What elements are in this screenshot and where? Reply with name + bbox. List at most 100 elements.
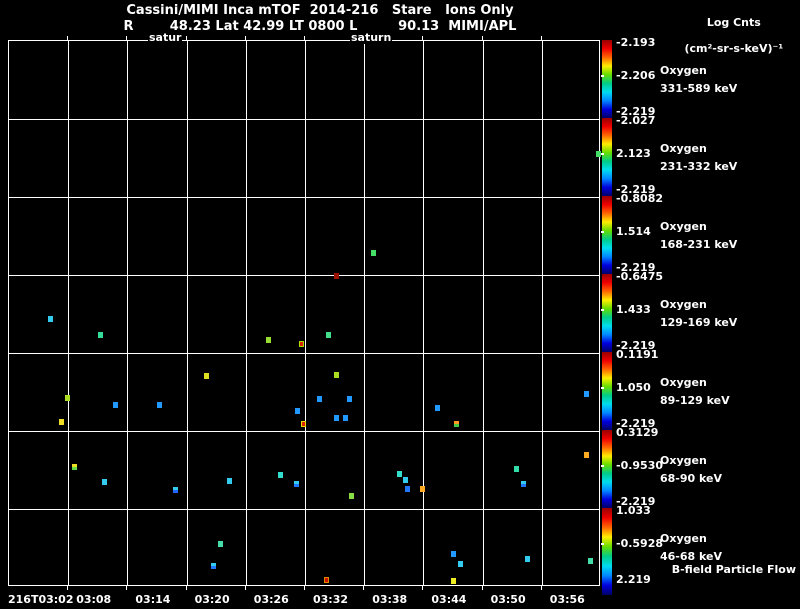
data-point	[98, 332, 103, 338]
time-tick-label: 03:08	[76, 593, 112, 606]
data-point	[334, 372, 339, 378]
colorbar-mid-tick	[601, 75, 604, 78]
data-point	[584, 452, 589, 458]
data-point	[211, 563, 216, 569]
data-point	[343, 415, 348, 421]
colorbar-mid-label: 2.123	[616, 147, 651, 160]
data-point	[403, 477, 408, 483]
data-point	[514, 466, 519, 472]
colorbar	[602, 274, 612, 352]
data-point	[451, 551, 456, 557]
data-point	[334, 273, 339, 279]
axis-tick-top	[481, 36, 483, 40]
data-point	[454, 421, 459, 427]
data-point	[349, 493, 354, 499]
units-line2: (cm²-sr-s-keV)⁻¹	[684, 42, 784, 55]
panel-energy-range-label: 129-169 keV	[660, 316, 738, 329]
plot-area	[8, 40, 601, 586]
data-point	[435, 405, 440, 411]
panel-energy-range-label: 46-68 keV	[660, 550, 723, 563]
colorbar-mid-tick	[601, 465, 604, 468]
data-point	[113, 402, 118, 408]
colorbar	[602, 196, 612, 274]
time-tick-label: 03:32	[313, 593, 349, 606]
colorbar-mid-tick	[601, 543, 604, 546]
axis-tick-top	[244, 36, 246, 40]
axis-tick-bottom	[363, 586, 365, 590]
panel-energy-range-label: 89-129 keV	[660, 394, 730, 407]
data-point	[405, 486, 410, 492]
gridline-horizontal	[9, 119, 599, 120]
time-tick-label: 03:56	[549, 593, 585, 606]
data-point	[371, 250, 376, 256]
data-point	[72, 464, 77, 470]
colorbar-max-label: -0.6475	[616, 270, 664, 283]
colorbar	[602, 118, 612, 196]
axis-tick-top	[540, 36, 542, 40]
data-point	[521, 481, 526, 487]
data-point	[317, 396, 322, 402]
saturn-annotation-1: satur	[148, 31, 183, 44]
saturn-annotation-2: saturn	[350, 31, 393, 44]
colorbar-max-label: -0.8082	[616, 192, 664, 205]
data-point	[326, 332, 331, 338]
screen: { "header": { "title": "Cassini/MIMI Inc…	[0, 0, 800, 609]
gridline-vertical	[423, 41, 425, 585]
data-point	[294, 481, 299, 487]
data-point	[295, 408, 300, 414]
data-point	[278, 472, 283, 478]
colorbar-mid-label: -0.5928	[616, 537, 664, 550]
time-tick-label: 03:38	[372, 593, 408, 606]
data-point	[525, 556, 530, 562]
colorbar-units-label: Log Cnts (cm²-sr-s-keV)⁻¹	[655, 3, 800, 55]
data-point	[173, 487, 178, 493]
panel-species-label: Oxygen	[660, 454, 707, 467]
axis-tick-top	[304, 36, 305, 40]
colorbar-mid-tick	[601, 153, 604, 156]
colorbar-mid-tick	[601, 231, 604, 234]
gridline-vertical	[245, 41, 247, 585]
data-point	[347, 396, 352, 402]
data-point	[266, 337, 271, 343]
colorbar-mid-tick	[601, 309, 604, 312]
colorbar	[602, 430, 612, 508]
axis-tick-top	[422, 36, 424, 40]
data-point	[458, 561, 463, 567]
data-point	[204, 373, 209, 379]
time-tick-label: 03:44	[431, 593, 467, 606]
axis-tick-top	[185, 36, 187, 40]
colorbar-mid-label: -0.9530	[616, 459, 664, 472]
plot-subtitle: R 48.23 Lat 42.99 LT 0800 L 90.13 MIMI/A…	[123, 19, 517, 34]
gridline-vertical	[482, 41, 484, 585]
time-axis: 216T03:02 03:08 03:14 03:20 03:26 03:32 03:38 0…	[8, 593, 638, 607]
gridline-vertical	[364, 41, 366, 585]
colorbar-mid-tick	[601, 387, 604, 390]
gridline-horizontal	[9, 275, 599, 276]
panel-species-label: Oxygen	[660, 532, 707, 545]
time-tick-label: 216T03:02	[8, 593, 74, 606]
colorbar-max-label: 1.033	[616, 504, 651, 517]
data-point	[334, 415, 339, 421]
panel-energy-range-label: 331-589 keV	[660, 82, 738, 95]
colorbar	[602, 40, 612, 118]
gridline-horizontal	[9, 353, 599, 354]
data-point	[324, 577, 329, 583]
time-tick-label: 03:14	[135, 593, 171, 606]
data-point	[584, 391, 589, 397]
axis-tick-bottom	[540, 586, 542, 590]
data-point	[299, 341, 304, 347]
data-point	[48, 316, 53, 322]
data-point	[420, 486, 425, 492]
panel-energy-range-label: 231-332 keV	[660, 160, 738, 173]
panel-species-label: Oxygen	[660, 64, 707, 77]
axis-tick-top	[126, 36, 128, 40]
colorbar-mid-label: -2.206	[616, 69, 656, 82]
data-point	[218, 541, 223, 547]
data-point	[227, 478, 232, 484]
gridline-horizontal	[9, 431, 599, 432]
panel-species-label: Oxygen	[660, 298, 707, 311]
colorbar-max-label: 0.3129	[616, 426, 659, 439]
data-point	[397, 471, 402, 477]
data-point	[301, 421, 306, 427]
gridline-vertical	[127, 41, 129, 585]
